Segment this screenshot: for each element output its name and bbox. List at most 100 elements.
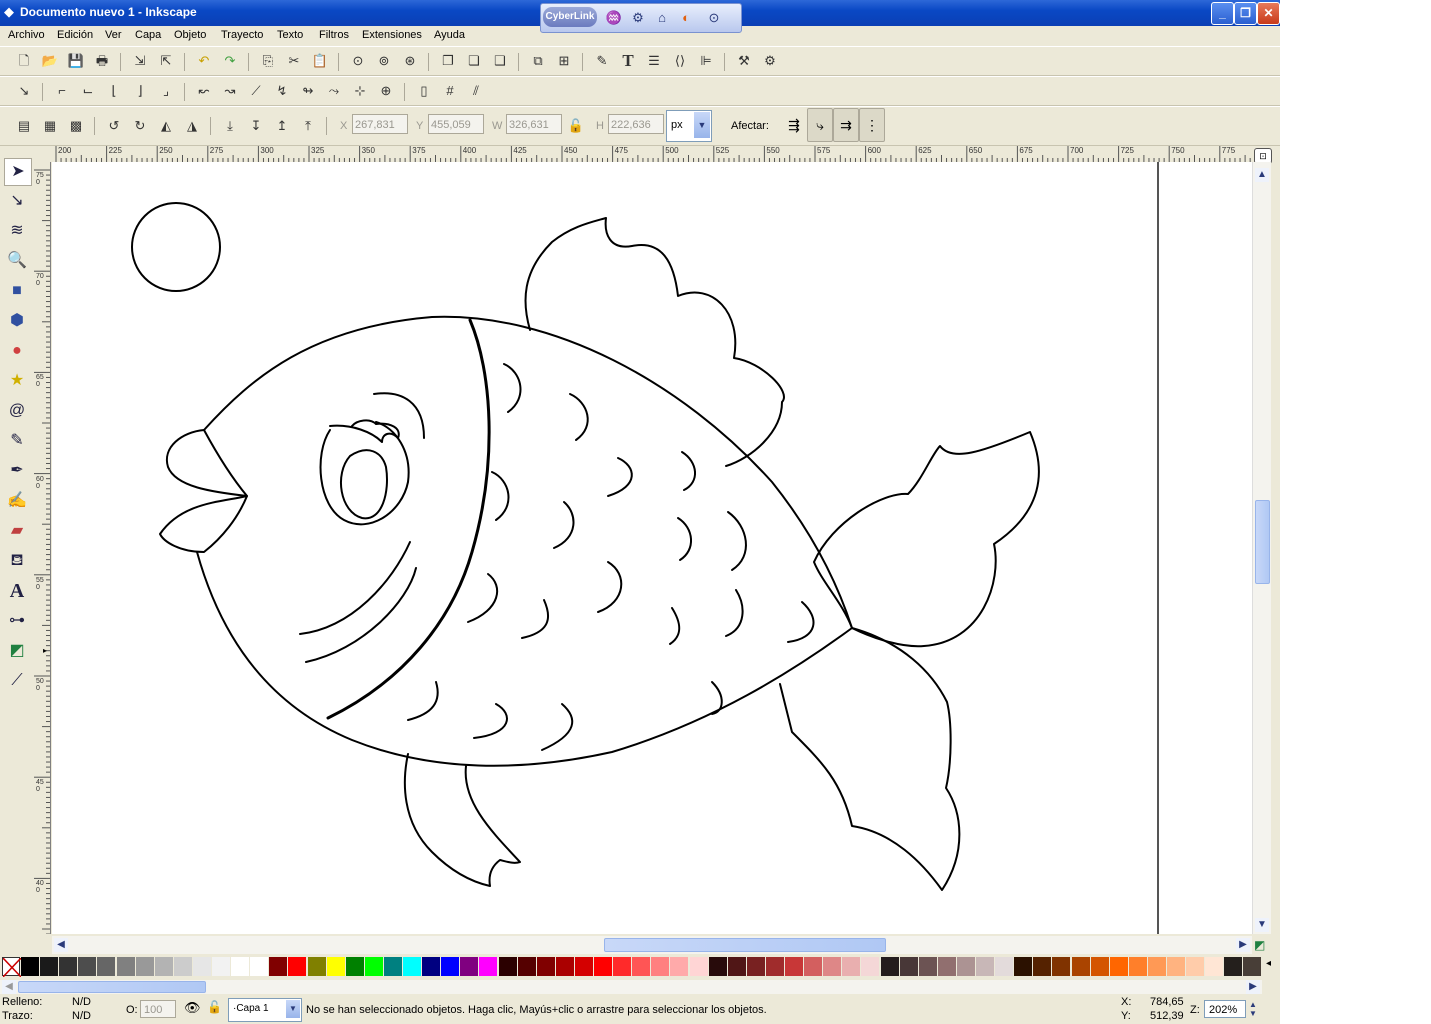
smile-line-2[interactable] (305, 567, 417, 663)
chevron-down-icon[interactable]: ▼ (694, 112, 710, 138)
color-swatch[interactable] (1071, 957, 1090, 976)
lower-icon[interactable]: ↧ (246, 116, 266, 136)
opacity-spinbox[interactable]: 100 (140, 1000, 176, 1018)
select-all-icon[interactable]: ▤ (14, 116, 34, 136)
color-swatch[interactable] (97, 957, 116, 976)
color-swatch[interactable] (880, 957, 899, 976)
snap-bbox-midpoint-icon[interactable]: ⌋ (130, 81, 150, 101)
import-icon[interactable]: ⇲ (130, 51, 150, 71)
color-swatch[interactable] (937, 957, 956, 976)
palette-scroll-right-icon[interactable]: ▶ (1246, 980, 1260, 994)
color-swatch[interactable] (78, 957, 97, 976)
zoom-drawing-icon[interactable]: ⊚ (374, 51, 394, 71)
color-swatch[interactable] (594, 957, 612, 976)
y-spinbox[interactable]: 455,059 (428, 114, 484, 134)
open-icon[interactable]: 📂 (40, 51, 60, 71)
eye-pupil[interactable] (339, 449, 388, 520)
cyberlink-tool3-icon[interactable]: ⌂ (653, 9, 671, 27)
snap-intersection-icon[interactable]: ⟋ (246, 81, 266, 101)
palette-menu-icon[interactable]: ◂ (1266, 958, 1271, 969)
snap-bbox-edge-icon[interactable]: ⌙ (78, 81, 98, 101)
lower-bottom-icon[interactable]: ⤓ (220, 116, 240, 136)
color-swatch[interactable] (345, 957, 364, 976)
color-swatch[interactable] (1224, 957, 1243, 976)
flip-horizontal-icon[interactable]: ◭ (156, 116, 176, 136)
drawing-canvas[interactable] (52, 162, 1252, 934)
menu-trayecto[interactable]: Trayecto (221, 29, 263, 41)
color-swatch[interactable] (861, 957, 880, 976)
color-swatch[interactable] (173, 957, 192, 976)
color-swatch[interactable] (555, 957, 574, 976)
eye-lashes[interactable] (329, 419, 400, 443)
color-swatch[interactable] (976, 957, 994, 976)
layers-icon[interactable]: ☰ (644, 51, 664, 71)
bottom-rear-fin[interactable] (779, 627, 961, 891)
color-swatch[interactable] (746, 957, 765, 976)
snap-bbox-corner-icon[interactable]: ⌊ (104, 81, 124, 101)
connector-tool-icon[interactable]: ⊶ (4, 608, 30, 634)
selector-tool-icon[interactable]: ➤ (4, 158, 32, 186)
copy-icon[interactable]: ⎘ (258, 51, 278, 71)
color-swatch[interactable] (40, 957, 59, 976)
menu-edicion[interactable]: Edición (57, 29, 93, 41)
star-tool-icon[interactable]: ★ (4, 368, 30, 394)
print-icon[interactable]: 🖶 (92, 51, 112, 71)
paste-icon[interactable]: 📋 (310, 51, 330, 71)
horizontal-scroll-thumb[interactable] (604, 938, 886, 952)
snap-smooth-icon[interactable]: ↬ (298, 81, 318, 101)
affect-stroke-scale-icon[interactable]: ⇶ (781, 108, 807, 142)
pen-tool-icon[interactable]: ✒ (4, 458, 30, 484)
x-spinbox[interactable]: 267,831 (352, 114, 408, 134)
scroll-left-icon[interactable]: ◀ (54, 938, 68, 952)
palette-scrollbar[interactable]: ◀ ▶ (0, 980, 1262, 994)
fish-body[interactable] (196, 315, 853, 767)
snap-center-icon[interactable]: ⊹ (350, 81, 370, 101)
eye-outer[interactable] (319, 421, 410, 526)
snap-rotation-icon[interactable]: ⊕ (376, 81, 396, 101)
zoom-tool-icon[interactable]: 🔍 (4, 248, 30, 274)
color-swatch[interactable] (918, 957, 937, 976)
color-swatch[interactable] (670, 957, 689, 976)
color-swatch[interactable] (59, 957, 78, 976)
color-manage-icon[interactable]: ◩ (1254, 938, 1265, 952)
restore-button[interactable]: ❐ (1234, 2, 1257, 25)
menu-texto[interactable]: Texto (277, 29, 303, 41)
upper-lip[interactable] (165, 429, 248, 497)
gill-line[interactable] (326, 318, 491, 720)
text-tool-icon[interactable]: A (4, 578, 30, 604)
color-swatch[interactable] (632, 957, 651, 976)
color-swatch[interactable] (1033, 957, 1052, 976)
menu-archivo[interactable]: Archivo (8, 29, 45, 41)
gradient-tool-icon[interactable]: ◩ (4, 638, 30, 664)
palette-scroll-thumb[interactable] (18, 981, 206, 993)
scroll-down-icon[interactable]: ▼ (1255, 918, 1269, 932)
color-swatch[interactable] (212, 957, 230, 976)
palette-scroll-left-icon[interactable]: ◀ (2, 980, 16, 994)
snap-bbox-icon[interactable]: ⌐ (52, 81, 72, 101)
cyberlink-tool4-icon[interactable]: ◐ (677, 9, 695, 27)
xml-editor-icon[interactable]: ⟨⟩ (670, 51, 690, 71)
vertical-ruler[interactable]: 750 700 650 600 550 500 450 400 (34, 162, 51, 934)
redo-icon[interactable]: ↷ (220, 51, 240, 71)
color-swatch[interactable] (574, 957, 593, 976)
color-swatch[interactable] (842, 957, 861, 976)
menu-ver[interactable]: Ver (105, 29, 122, 41)
affect-gradients-icon[interactable]: ⇉ (833, 108, 859, 142)
color-swatch[interactable] (651, 957, 670, 976)
eraser-tool-icon[interactable]: ▰ (4, 518, 30, 544)
clone-icon[interactable]: ❏ (464, 51, 484, 71)
snap-midpoint-icon[interactable]: ⤳ (324, 81, 344, 101)
zoom-selection-icon[interactable]: ⊙ (348, 51, 368, 71)
menu-filtros[interactable]: Filtros (319, 29, 349, 41)
scroll-up-icon[interactable]: ▲ (1255, 168, 1269, 182)
menu-capa[interactable]: Capa (135, 29, 161, 41)
color-swatch[interactable] (1128, 957, 1147, 976)
color-swatch[interactable] (460, 957, 479, 976)
color-swatch[interactable] (498, 957, 517, 976)
zoom-field[interactable]: 202% (1204, 1000, 1246, 1018)
flip-vertical-icon[interactable]: ◮ (182, 116, 202, 136)
affect-corners-icon[interactable]: ⤷ (807, 108, 833, 142)
snap-toggle-icon[interactable]: ↘ (14, 81, 34, 101)
menu-ayuda[interactable]: Ayuda (434, 29, 465, 41)
horizontal-scrollbar[interactable]: ◀ ▶ (52, 936, 1252, 954)
